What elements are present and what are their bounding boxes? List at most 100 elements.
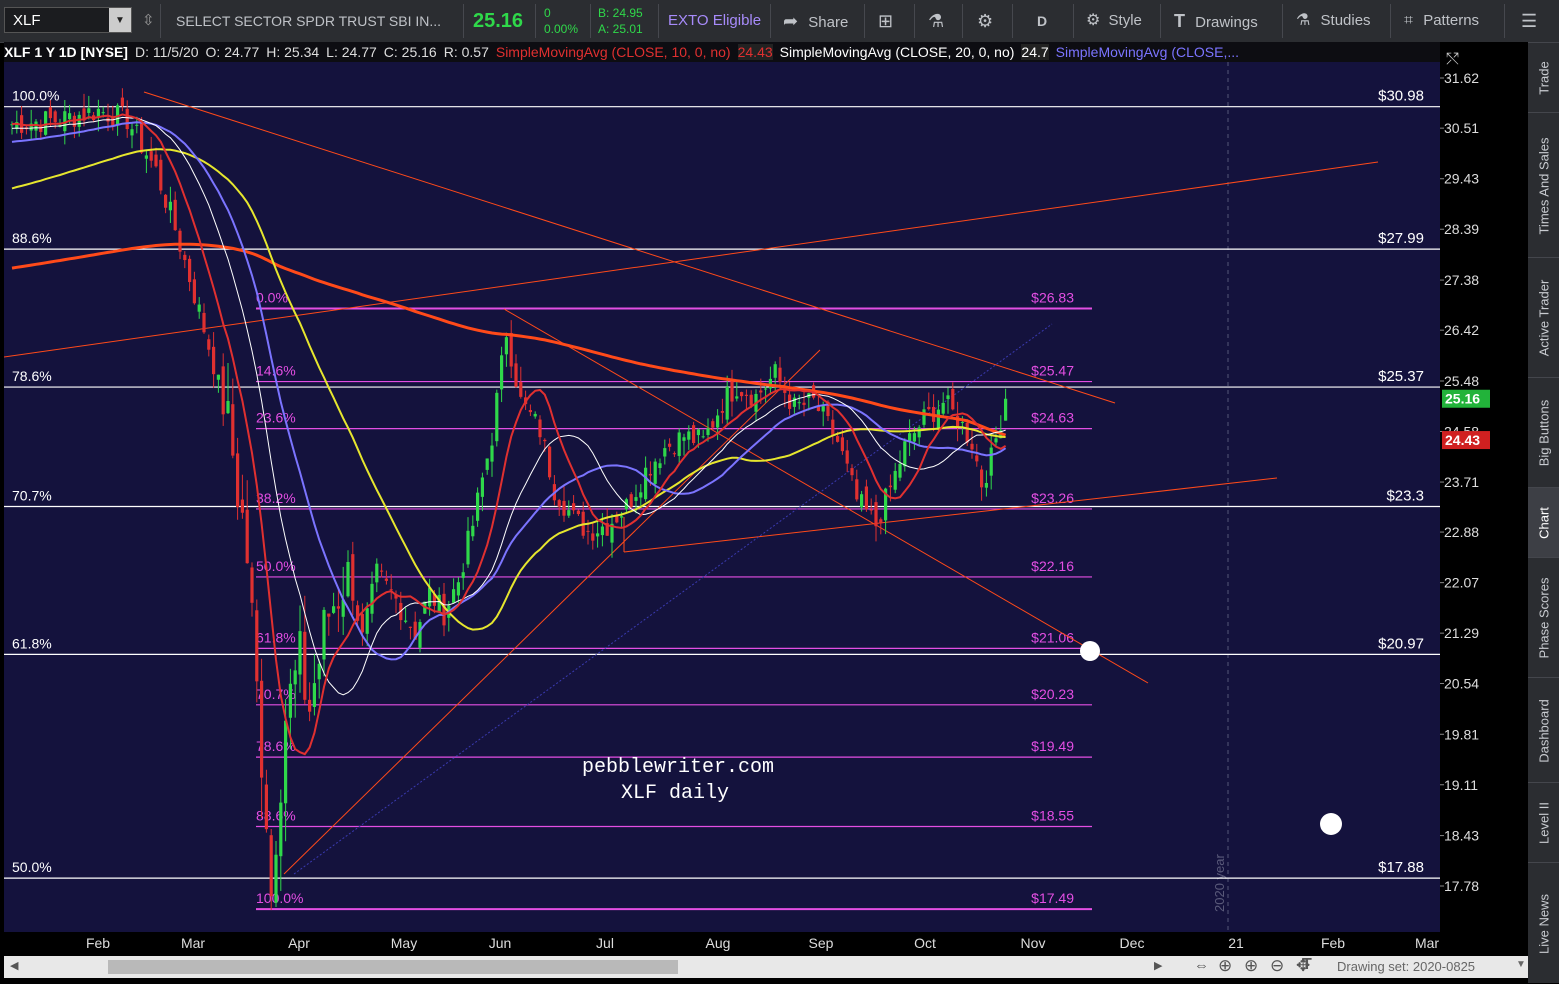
tab-live-news[interactable]: Live News xyxy=(1528,862,1559,984)
crosshair-icon[interactable]: ⊕ xyxy=(1218,956,1232,976)
candle-body xyxy=(332,606,336,613)
x-tick-label: Jul xyxy=(596,935,614,951)
zoom-out-icon[interactable]: ⊖ xyxy=(1270,956,1284,976)
symbol-selector[interactable]: XLF ▼ xyxy=(4,7,132,33)
fib-minor-pct-label: 0.0% xyxy=(256,290,288,306)
text-tool-icon[interactable]: T xyxy=(1302,956,1312,974)
fib-minor-price-label: $19.49 xyxy=(1031,738,1074,754)
scroll-right-icon[interactable]: ▶ xyxy=(1154,959,1162,972)
y-tick-label: 21.29 xyxy=(1444,625,1479,641)
interval-selector[interactable]: D xyxy=(1037,0,1047,42)
scroll-thumb[interactable] xyxy=(108,960,678,974)
candle-body xyxy=(639,492,643,498)
candle-body xyxy=(380,570,384,572)
tab-dashboard[interactable]: Dashboard xyxy=(1528,677,1559,783)
y-tick-label: 25.48 xyxy=(1444,373,1479,389)
tab-phase-scores[interactable]: Phase Scores xyxy=(1528,557,1559,678)
candle-body xyxy=(173,199,177,231)
candle-body xyxy=(279,802,283,857)
link-icon[interactable]: ⇳ xyxy=(142,0,155,42)
candle-body xyxy=(692,425,696,444)
candle-body xyxy=(922,409,926,425)
candle-body xyxy=(336,606,340,609)
gear-icon[interactable]: ⚙ xyxy=(977,0,993,42)
candle-body xyxy=(231,404,235,456)
patterns-button[interactable]: ⌗ Patterns xyxy=(1404,0,1479,42)
flask-icon[interactable]: ⚗ xyxy=(928,0,944,42)
tab-times-and-sales[interactable]: Times And Sales xyxy=(1528,112,1559,258)
chart-info-bar: XLF 1 Y 1D [NYSE] D: 11/5/20 O: 24.77 H: 25… xyxy=(4,42,1440,62)
scroll-left-icon[interactable]: ◀ xyxy=(10,959,18,972)
x-tick-label: Feb xyxy=(1321,935,1345,951)
fib-minor-price-label: $26.83 xyxy=(1031,290,1074,306)
last-price: 25.16 xyxy=(473,10,524,32)
tab-dashboard-label: Dashboard xyxy=(1536,698,1551,763)
tab-trade[interactable]: Trade xyxy=(1528,42,1559,113)
ask-price: A: 25.01 xyxy=(598,22,643,36)
y-tick-label: 26.42 xyxy=(1444,322,1479,338)
candle-body xyxy=(764,388,768,390)
tab-active-trader[interactable]: Active Trader xyxy=(1528,257,1559,378)
drawings-button[interactable]: T Drawings xyxy=(1174,0,1258,42)
tab-big-buttons[interactable]: Big Buttons xyxy=(1528,377,1559,488)
fib-minor-pct-label: 23.6% xyxy=(256,410,296,426)
candle-body xyxy=(773,364,777,378)
share-button[interactable]: ➦ Share xyxy=(783,0,848,42)
zoom-in-icon[interactable]: ⊕ xyxy=(1244,956,1258,976)
fib-major-pct-label: 70.7% xyxy=(12,488,52,504)
candle-body xyxy=(178,230,182,252)
time-scrollbar[interactable]: ◀ ▶ ⇔ ⊕ ⊕ ⊖ ✥ T Drawing set: 2020-0825 ▼ xyxy=(4,956,1528,978)
chart-plot-area[interactable]: 2020 year 0.0% $26.8314.6% $25.4723.6% $24.… xyxy=(4,62,1440,932)
candle-body xyxy=(485,458,489,470)
candle-body xyxy=(519,381,523,397)
candle-body xyxy=(68,113,72,120)
x-tick-label: 21 xyxy=(1228,935,1244,951)
candle-body xyxy=(562,500,566,516)
y-tick-label: 31.62 xyxy=(1444,70,1479,86)
tab-level-ii[interactable]: Level II xyxy=(1528,782,1559,863)
candle-body xyxy=(48,107,52,119)
style-button[interactable]: ⚙ Style xyxy=(1086,0,1142,42)
candle-body xyxy=(216,374,220,380)
tab-live-news-label: Live News xyxy=(1536,893,1551,954)
drawing-set-label[interactable]: Drawing set: 2020-0825 xyxy=(1337,959,1475,974)
x-axis[interactable]: Feb Mar Apr May Jun Jul Aug Sep Oct Nov Dec 21 Feb Ma… xyxy=(4,932,1440,954)
candle-body xyxy=(716,415,720,428)
study-sma-other-label: SimpleMovingAvg (CLOSE,... xyxy=(1055,44,1240,60)
fib-major-price-label: $30.98 xyxy=(1378,88,1424,105)
chevron-down-icon[interactable]: ▼ xyxy=(109,8,131,32)
candle-body xyxy=(850,468,854,476)
year-separator-label: 2020 year xyxy=(1212,854,1227,912)
y-tick-label: 28.39 xyxy=(1444,221,1479,237)
candle-body xyxy=(140,122,144,153)
bid-price: B: 24.95 xyxy=(598,6,643,20)
drawing-set-dropdown-icon[interactable]: ▼ xyxy=(1516,959,1526,970)
symbol-text: XLF xyxy=(13,12,41,29)
candle-body xyxy=(980,469,984,488)
candle-body xyxy=(792,397,796,407)
studies-button[interactable]: ⚗ Studies xyxy=(1296,0,1371,42)
tab-chart[interactable]: Chart xyxy=(1528,487,1559,558)
y-axis[interactable]: 31.6230.5129.4328.3927.3826.4225.4824.58… xyxy=(1440,42,1528,932)
expand-icon[interactable]: ⇔ xyxy=(1194,957,1209,974)
candle-body xyxy=(245,509,249,564)
study-sma10-label: SimpleMovingAvg (CLOSE, 10, 0, no) xyxy=(495,44,731,60)
y-tick-label: 22.88 xyxy=(1444,524,1479,540)
last-price-tag: 25.16 xyxy=(1445,391,1480,407)
candle-body xyxy=(236,453,240,508)
candle-body xyxy=(653,461,657,484)
right-sidebar: Trade Times And Sales Active Trader Big … xyxy=(1528,42,1559,983)
candle-body xyxy=(221,366,225,415)
candle-body xyxy=(327,613,331,617)
fib-major-price-label: $23.3 xyxy=(1386,488,1424,505)
candle-body xyxy=(490,445,494,462)
layout-grid-icon[interactable]: ⊞ xyxy=(878,0,893,42)
style-label: Style xyxy=(1108,12,1142,29)
hamburger-menu-icon[interactable]: ☰ xyxy=(1521,0,1537,42)
candle-body xyxy=(893,470,897,490)
candle-body xyxy=(927,406,931,410)
candle-body xyxy=(634,497,638,501)
tab-trade-label: Trade xyxy=(1536,61,1551,95)
fib-minor-price-label: $21.06 xyxy=(1031,629,1074,645)
candle-body xyxy=(936,409,940,430)
